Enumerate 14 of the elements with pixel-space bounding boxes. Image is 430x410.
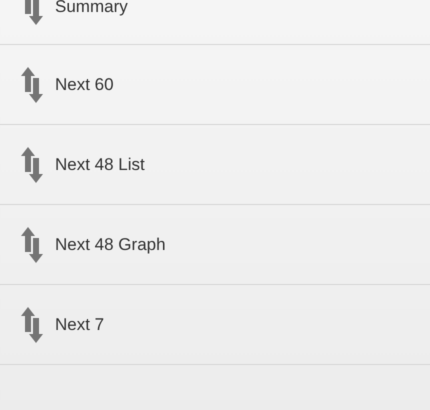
up-down-arrows-icon <box>21 306 43 342</box>
menu-item[interactable]: Summary <box>0 0 430 45</box>
menu-item[interactable]: Next 7 <box>0 285 430 365</box>
menu-item-label: Next 7 <box>55 314 104 334</box>
up-down-arrows-icon <box>21 66 43 102</box>
menu-item-label: Next 48 Graph <box>55 234 166 254</box>
menu-item[interactable]: Next 48 List <box>0 125 430 205</box>
menu-item[interactable]: Next 60 <box>0 45 430 125</box>
menu-item-label: Next 60 <box>55 74 114 94</box>
menu-item-label: Summary <box>55 0 128 16</box>
menu-item-label: Next 48 List <box>55 154 145 174</box>
up-down-arrows-icon <box>21 226 43 262</box>
up-down-arrows-icon <box>21 146 43 182</box>
menu-item[interactable]: Next 48 Graph <box>0 205 430 285</box>
